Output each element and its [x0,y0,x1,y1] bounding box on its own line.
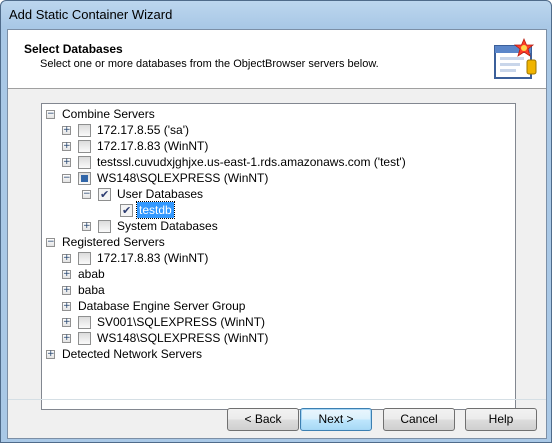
checkbox[interactable] [78,156,91,169]
tree-label: Registered Servers [62,235,165,249]
tree-label: SV001\SQLEXPRESS (WinNT) [97,315,266,329]
checkbox[interactable] [78,316,91,329]
tree-node-server[interactable]: + SV001\SQLEXPRESS (WinNT) [62,314,482,330]
window-title: Add Static Container Wizard [9,7,173,22]
page-subtitle: Select one or more databases from the Ob… [40,58,379,70]
page-title: Select Databases [24,42,123,56]
database-tree[interactable]: − Combine Servers + 172.17.8.55 ('sa') +… [41,103,516,410]
expand-icon[interactable]: + [62,334,71,343]
expand-icon[interactable]: + [62,254,71,263]
tree-label: User Databases [117,187,204,201]
expand-icon[interactable]: + [62,126,71,135]
collapse-icon[interactable]: − [46,110,55,119]
tree-label-selected: testdb [136,201,175,219]
title-bar[interactable]: Add Static Container Wizard [1,1,551,29]
tree-node-group[interactable]: + Database Engine Server Group [62,298,362,314]
expand-icon[interactable]: + [62,286,71,295]
tree-node-combine-servers[interactable]: − Combine Servers [46,106,246,122]
tree-label: baba [78,283,105,297]
tree-node-server[interactable]: + 172.17.8.55 ('sa') [62,122,482,138]
tree-node-server[interactable]: + 172.17.8.83 (WinNT) [62,138,482,154]
checkbox-checked[interactable] [120,203,133,219]
collapse-icon[interactable]: − [82,190,91,199]
tree-node-server[interactable]: + testssl.cuvudxjghjxe.us-east-1.rds.ama… [62,154,502,170]
expand-icon[interactable]: + [82,222,91,231]
tree-node-group[interactable]: + abab [62,266,362,282]
collapse-icon[interactable]: − [62,174,71,183]
expand-icon[interactable]: + [62,158,71,167]
help-button[interactable]: Help [465,408,537,431]
tree-label: Database Engine Server Group [78,299,246,313]
collapse-icon[interactable]: − [46,238,55,247]
expand-icon[interactable]: + [46,350,55,359]
tree-label: 172.17.8.55 ('sa') [97,123,189,137]
tree-node-system-databases[interactable]: + System Databases [82,218,382,234]
wizard-header: Select Databases Select one or more data… [8,30,546,89]
checkbox[interactable] [78,332,91,345]
button-separator [8,399,546,400]
cancel-button[interactable]: Cancel [383,408,455,431]
tree-node-detected-network-servers[interactable]: + Detected Network Servers [46,346,296,362]
checkbox[interactable] [78,140,91,153]
back-button[interactable]: < Back [227,408,299,431]
expand-icon[interactable]: + [62,270,71,279]
tree-label: System Databases [117,219,218,233]
tree-label: Combine Servers [62,107,155,121]
wizard-client-area: Select Databases Select one or more data… [7,29,547,439]
tree-node-registered-servers[interactable]: − Registered Servers [46,234,246,250]
tree-node-server[interactable]: + 172.17.8.83 (WinNT) [62,250,482,266]
checkbox[interactable] [98,220,111,233]
expand-icon[interactable]: + [62,318,71,327]
checkbox-partial[interactable] [78,172,91,185]
tree-node-testdb[interactable]: testdb [100,201,300,219]
expand-icon[interactable]: + [62,142,71,151]
expand-icon[interactable]: + [62,302,71,311]
tree-label: WS148\SQLEXPRESS (WinNT) [97,171,269,185]
tree-label: 172.17.8.83 (WinNT) [97,139,209,153]
tree-label: abab [78,267,105,281]
tree-node-server[interactable]: + WS148\SQLEXPRESS (WinNT) [62,330,482,346]
tree-node-server-ws148[interactable]: − WS148\SQLEXPRESS (WinNT) [62,170,482,186]
tree-label: WS148\SQLEXPRESS (WinNT) [97,331,269,345]
tree-label: 172.17.8.83 (WinNT) [97,251,209,265]
checkbox[interactable] [78,252,91,265]
tree-label: Detected Network Servers [62,347,203,361]
tree-node-group[interactable]: + baba [62,282,362,298]
tree-label: testssl.cuvudxjghjxe.us-east-1.rds.amazo… [97,155,406,169]
tree-node-user-databases[interactable]: − User Databases [82,186,382,203]
wizard-container-icon [494,38,537,79]
checkbox[interactable] [78,124,91,137]
wizard-window: Add Static Container Wizard Select Datab… [0,0,552,443]
next-button[interactable]: Next > [300,408,372,431]
checkbox-checked[interactable] [98,187,111,203]
